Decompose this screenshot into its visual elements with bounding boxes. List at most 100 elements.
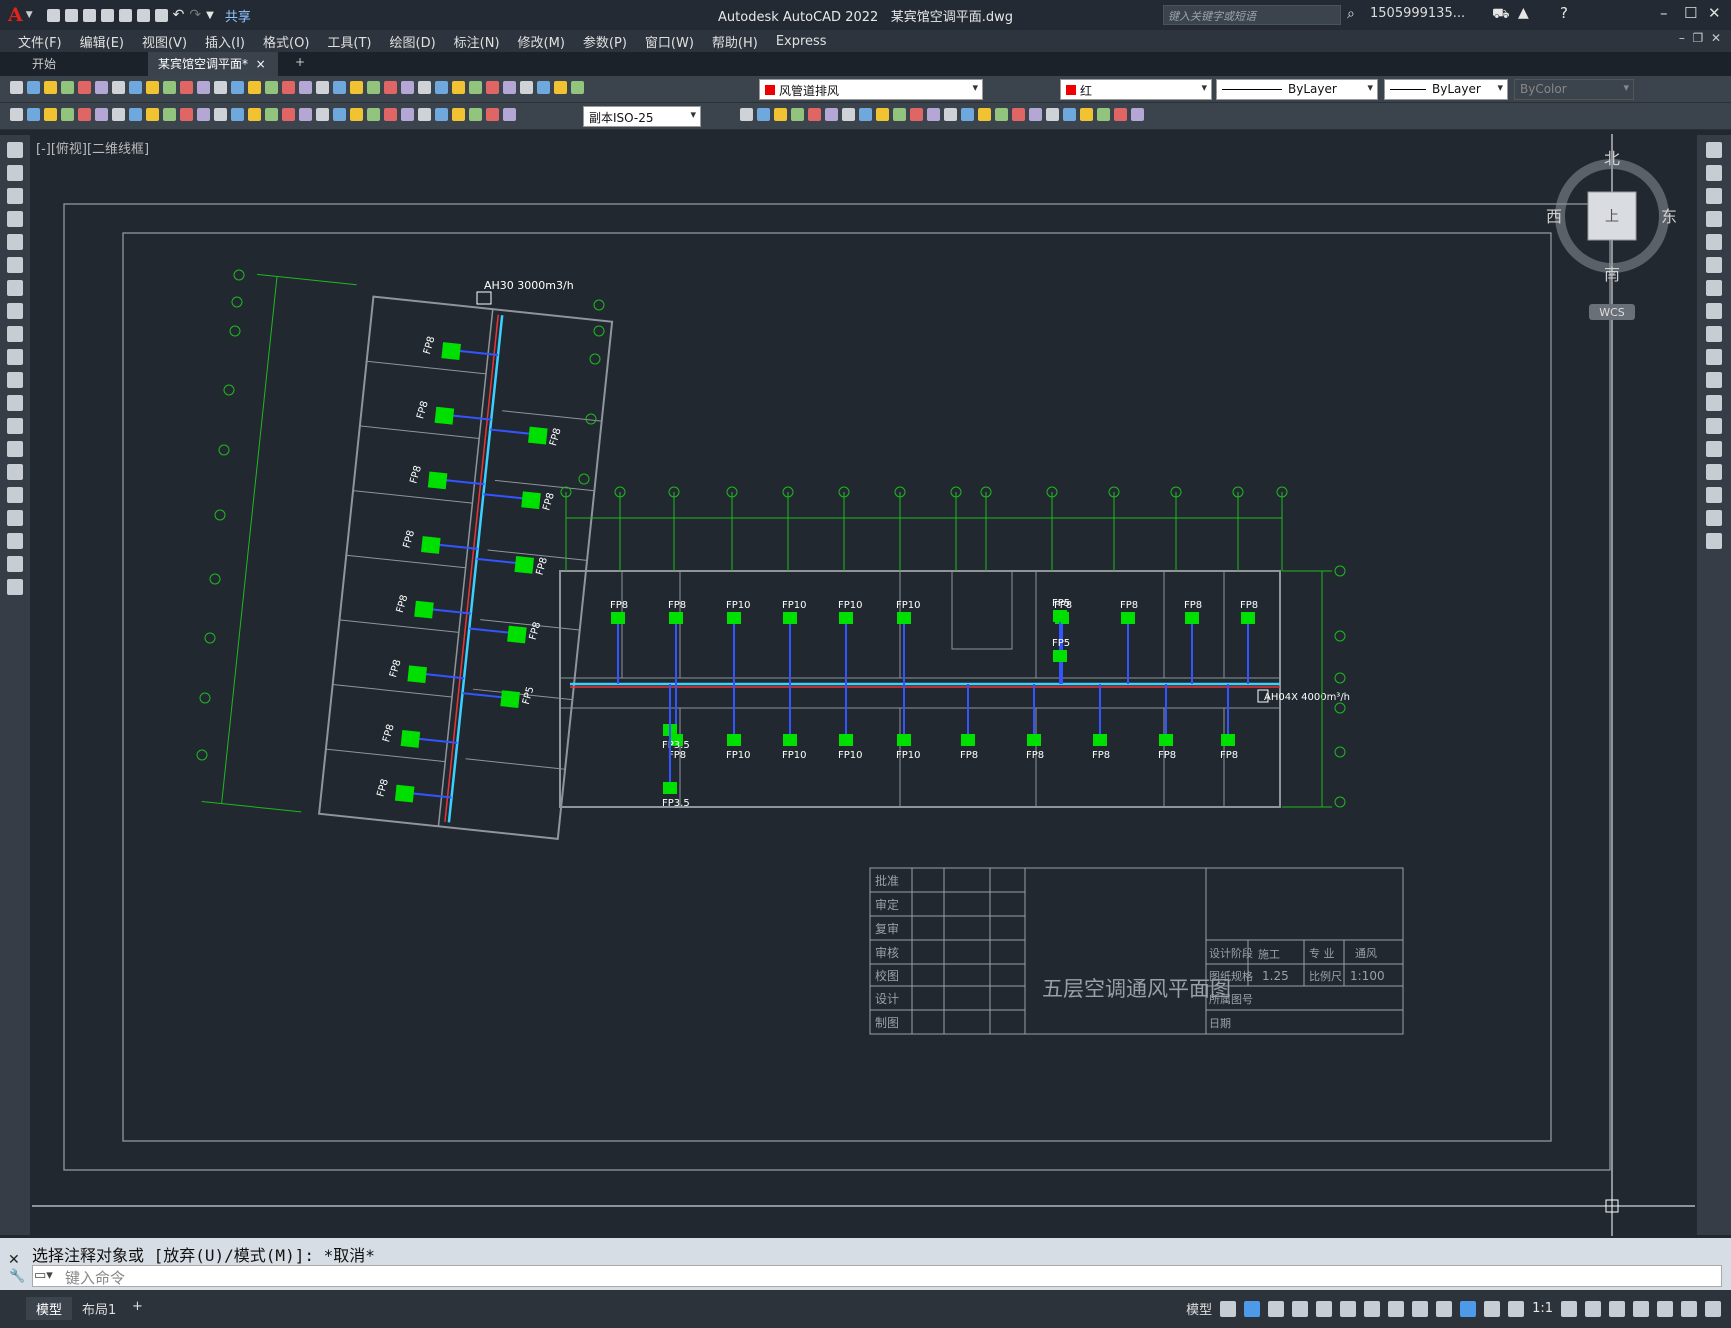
draw-tool-icon[interactable] — [7, 487, 23, 503]
draw-tool-icon[interactable] — [7, 257, 23, 273]
modify-tool-icon[interactable] — [1029, 108, 1042, 121]
save-as-icon[interactable] — [100, 8, 114, 22]
standard-tool-icon[interactable] — [282, 81, 295, 94]
modify-tool-icon[interactable] — [740, 108, 753, 121]
dimension-tool-icon[interactable] — [299, 108, 312, 121]
status-toggle-icon[interactable] — [1292, 1300, 1309, 1317]
status-toggle-icon[interactable] — [1681, 1300, 1697, 1317]
modify-tool-icon[interactable] — [1097, 108, 1110, 121]
standard-tool-icon[interactable] — [401, 81, 414, 94]
standard-tool-icon[interactable] — [146, 81, 159, 94]
modify-tool-icon[interactable] — [1706, 533, 1722, 549]
standard-tool-icon[interactable] — [299, 81, 312, 94]
standard-tool-icon[interactable] — [537, 81, 550, 94]
modify-tool-icon[interactable] — [1063, 108, 1076, 121]
menu-item-12[interactable]: Express — [776, 34, 827, 49]
status-toggle-icon[interactable] — [1460, 1300, 1477, 1317]
menu-item-3[interactable]: 插入(I) — [205, 32, 245, 51]
tab-model[interactable]: 模型 — [26, 1297, 73, 1320]
app-menu-chevron-icon[interactable]: ▼ — [26, 10, 33, 20]
menu-item-5[interactable]: 工具(T) — [327, 32, 371, 51]
draw-tool-icon[interactable] — [7, 280, 23, 296]
standard-tool-icon[interactable] — [384, 81, 397, 94]
standard-tool-icon[interactable] — [214, 81, 227, 94]
dimension-tool-icon[interactable] — [316, 108, 329, 121]
standard-tool-icon[interactable] — [197, 81, 210, 94]
drawing-canvas[interactable]: 上 北 南 东 西 WCS FP8 FP8 FP8 FP8 FP8 FP8 FP… — [32, 134, 1695, 1236]
modify-tool-icon[interactable] — [1706, 234, 1722, 250]
standard-tool-icon[interactable] — [27, 81, 40, 94]
cart-icon[interactable]: ⛟ — [1492, 6, 1510, 24]
dimension-tool-icon[interactable] — [61, 108, 74, 121]
help-icon[interactable]: ? — [1560, 4, 1568, 22]
autodesk-a360-icon[interactable]: ▲ — [1518, 5, 1529, 21]
dimension-tool-icon[interactable] — [163, 108, 176, 121]
dimension-tool-icon[interactable] — [503, 108, 516, 121]
plotstyle-combo[interactable]: ByColor ▾ — [1514, 79, 1634, 100]
menu-item-1[interactable]: 编辑(E) — [80, 32, 124, 51]
dimension-tool-icon[interactable] — [146, 108, 159, 121]
draw-tool-icon[interactable] — [7, 188, 23, 204]
modify-tool-icon[interactable] — [791, 108, 804, 121]
standard-tool-icon[interactable] — [180, 81, 193, 94]
modify-tool-icon[interactable] — [1706, 280, 1722, 296]
status-toggle-icon[interactable] — [1436, 1300, 1453, 1317]
standard-tool-icon[interactable] — [571, 81, 584, 94]
modify-tool-icon[interactable] — [1080, 108, 1093, 121]
menu-item-11[interactable]: 帮助(H) — [712, 32, 758, 51]
modify-tool-icon[interactable] — [1706, 441, 1722, 457]
standard-tool-icon[interactable] — [367, 81, 380, 94]
modify-tool-icon[interactable] — [1706, 188, 1722, 204]
modify-tool-icon[interactable] — [978, 108, 991, 121]
standard-tool-icon[interactable] — [316, 81, 329, 94]
maximize-button[interactable]: ☐ — [1684, 4, 1697, 22]
modify-tool-icon[interactable] — [1706, 349, 1722, 365]
annotation-scale[interactable]: 1:1 — [1532, 1301, 1553, 1316]
dimension-tool-icon[interactable] — [435, 108, 448, 121]
menu-item-7[interactable]: 标注(N) — [454, 32, 500, 51]
standard-tool-icon[interactable] — [231, 81, 244, 94]
status-toggle-icon[interactable] — [1220, 1300, 1237, 1317]
status-toggle-icon[interactable] — [1561, 1300, 1577, 1317]
new-file-icon[interactable] — [46, 8, 60, 22]
draw-tool-icon[interactable] — [7, 142, 23, 158]
standard-tool-icon[interactable] — [10, 81, 23, 94]
tab-start[interactable]: 开始 — [22, 52, 144, 76]
dimension-tool-icon[interactable] — [248, 108, 261, 121]
close-tab-icon[interactable]: × — [256, 57, 266, 71]
share-button[interactable]: 共享 — [225, 6, 251, 25]
minimize-button[interactable]: – — [1660, 4, 1668, 22]
tab-active-drawing[interactable]: 某宾馆空调平面* × — [148, 52, 278, 76]
modify-tool-icon[interactable] — [1706, 418, 1722, 434]
dimension-tool-icon[interactable] — [197, 108, 210, 121]
status-toggle-icon[interactable] — [1244, 1300, 1261, 1317]
modify-tool-icon[interactable] — [757, 108, 770, 121]
standard-tool-icon[interactable] — [350, 81, 363, 94]
modify-tool-icon[interactable] — [859, 108, 872, 121]
dimension-tool-icon[interactable] — [214, 108, 227, 121]
menu-item-6[interactable]: 绘图(D) — [390, 32, 436, 51]
modify-tool-icon[interactable] — [1706, 372, 1722, 388]
standard-tool-icon[interactable] — [163, 81, 176, 94]
color-combo[interactable]: 红 ▾ — [1060, 79, 1212, 100]
status-toggle-icon[interactable] — [1316, 1300, 1333, 1317]
standard-tool-icon[interactable] — [95, 81, 108, 94]
modify-tool-icon[interactable] — [1706, 487, 1722, 503]
modify-tool-icon[interactable] — [1131, 108, 1144, 121]
save-icon[interactable] — [82, 8, 96, 22]
dimension-tool-icon[interactable] — [265, 108, 278, 121]
save-web-icon[interactable] — [136, 8, 150, 22]
user-account[interactable]: 1505999135... — [1370, 6, 1465, 21]
dimension-tool-icon[interactable] — [231, 108, 244, 121]
lineweight-combo[interactable]: ByLayer ▾ — [1384, 79, 1508, 100]
standard-tool-icon[interactable] — [265, 81, 278, 94]
status-toggle-icon[interactable] — [1609, 1300, 1625, 1317]
draw-tool-icon[interactable] — [7, 349, 23, 365]
dimension-tool-icon[interactable] — [180, 108, 193, 121]
standard-tool-icon[interactable] — [554, 81, 567, 94]
dimension-tool-icon[interactable] — [27, 108, 40, 121]
customize-icon[interactable]: 🔧 — [9, 1269, 25, 1284]
draw-tool-icon[interactable] — [7, 211, 23, 227]
draw-tool-icon[interactable] — [7, 418, 23, 434]
status-toggle-icon[interactable] — [1364, 1300, 1381, 1317]
